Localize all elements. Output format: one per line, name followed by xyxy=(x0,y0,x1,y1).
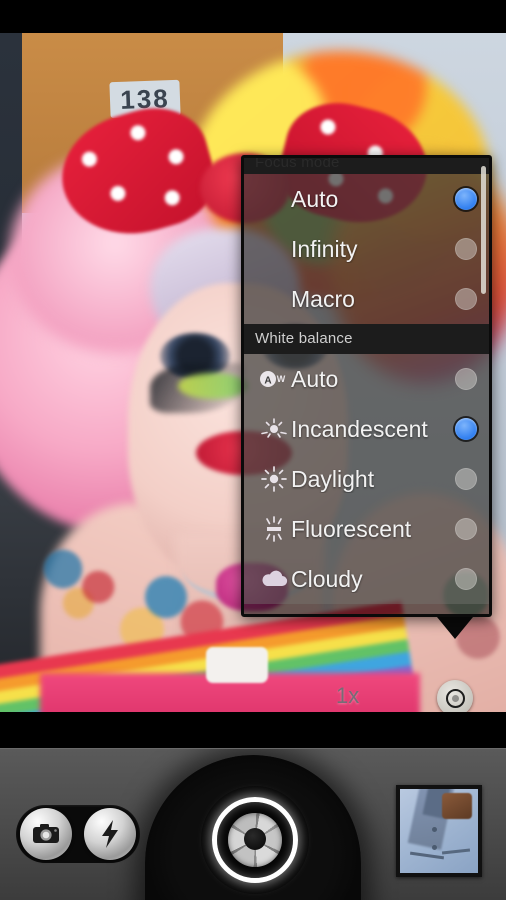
option-label: Infinity xyxy=(291,235,358,262)
thumb-button-top xyxy=(432,827,437,832)
radio-focus-macro[interactable] xyxy=(455,288,477,310)
option-wb-incandescent[interactable]: Incandescent xyxy=(244,404,489,454)
camera-icon xyxy=(33,824,59,843)
option-label: Fluorescent xyxy=(291,515,412,542)
section-header-focus-mode: Focus mode xyxy=(244,158,489,174)
auto-white-balance-icon: A W xyxy=(257,369,291,389)
incandescent-icon xyxy=(257,417,291,441)
radio-wb-incandescent[interactable] xyxy=(455,418,477,440)
option-label: Auto xyxy=(291,365,339,392)
shutter-button[interactable] xyxy=(201,786,309,894)
option-wb-fluorescent[interactable]: Fluorescent xyxy=(244,504,489,554)
thumb-button-bottom xyxy=(432,845,437,850)
section-header-white-balance: White balance xyxy=(244,324,489,354)
camera-mode-button[interactable] xyxy=(20,808,72,860)
option-focus-auto[interactable]: Auto xyxy=(244,174,489,224)
svg-text:A: A xyxy=(264,376,271,387)
option-label: Macro xyxy=(291,285,355,312)
radio-focus-auto[interactable] xyxy=(455,188,477,210)
cloud-icon xyxy=(257,569,291,589)
shutter-ring xyxy=(212,797,298,883)
settings-panel-scrollbar[interactable] xyxy=(481,166,486,294)
settings-panel-pointer xyxy=(437,617,473,639)
target-circle-icon xyxy=(445,688,465,708)
mode-toggle-pill xyxy=(16,805,140,863)
option-focus-macro[interactable]: Macro xyxy=(244,274,489,324)
gallery-thumbnail-button[interactable] xyxy=(396,785,482,877)
viewfinder-bottom-gap xyxy=(0,712,506,748)
radio-wb-cloudy[interactable] xyxy=(455,568,477,590)
option-wb-cloudy[interactable]: Cloudy xyxy=(244,554,489,604)
option-focus-infinity[interactable]: Infinity xyxy=(244,224,489,274)
daylight-sun-icon xyxy=(257,465,291,493)
subject-eye-makeup xyxy=(178,373,248,399)
gallery-thumbnail-image xyxy=(400,789,478,873)
option-label: Cloudy xyxy=(291,565,363,592)
thumb-seam-right xyxy=(441,848,471,855)
flash-icon xyxy=(102,820,118,848)
white-balance-option-group: A W Auto Incandescent Daylight Fluoresce… xyxy=(244,354,489,604)
thumb-seam-left xyxy=(409,851,445,860)
option-wb-auto[interactable]: A W Auto xyxy=(244,354,489,404)
radio-wb-auto[interactable] xyxy=(455,368,477,390)
radio-wb-fluorescent[interactable] xyxy=(455,518,477,540)
flash-button[interactable] xyxy=(84,808,136,860)
option-label: Incandescent xyxy=(291,415,428,442)
svg-text:W: W xyxy=(277,374,286,384)
radio-wb-daylight[interactable] xyxy=(455,468,477,490)
camera-app-screen: 138 1x Focus mode Auto Infinity Macro Wh… xyxy=(0,0,506,900)
white-clip xyxy=(206,647,268,683)
option-label: Daylight xyxy=(291,465,375,492)
camera-settings-panel[interactable]: Focus mode Auto Infinity Macro White bal… xyxy=(241,155,492,617)
zoom-level-label: 1x xyxy=(336,683,360,708)
option-wb-daylight[interactable]: Daylight xyxy=(244,454,489,504)
thumb-pocket-square xyxy=(442,793,472,819)
fluorescent-tube-icon xyxy=(257,515,291,543)
option-label: Auto xyxy=(291,185,339,212)
radio-focus-infinity[interactable] xyxy=(455,238,477,260)
settings-nub-button[interactable] xyxy=(437,680,473,712)
aperture-iris-icon xyxy=(228,813,282,867)
focus-mode-option-group: Auto Infinity Macro xyxy=(244,174,489,324)
